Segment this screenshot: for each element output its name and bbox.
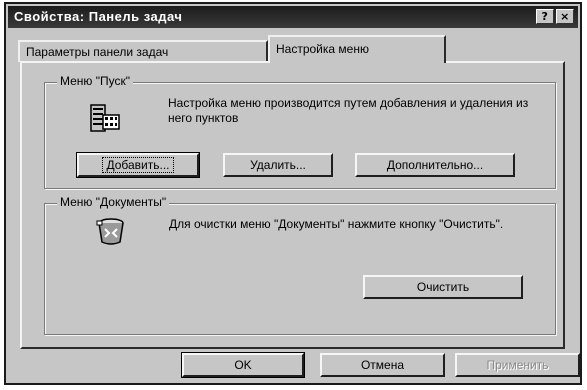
remove-button-label: Удалить... bbox=[250, 158, 306, 172]
cancel-button-label: Отмена bbox=[360, 358, 405, 372]
remove-button[interactable]: Удалить... bbox=[223, 153, 333, 177]
add-button-label: Добавить... bbox=[102, 157, 174, 173]
help-button[interactable]: ? bbox=[536, 9, 554, 24]
window-title: Свойства: Панель задач bbox=[14, 9, 183, 24]
start-menu-description: Настройка меню производится путем добавл… bbox=[168, 96, 529, 125]
advanced-button[interactable]: Дополнительно... bbox=[355, 153, 515, 177]
group-legend: Меню "Документы" bbox=[57, 195, 170, 209]
clear-button[interactable]: Очистить bbox=[363, 275, 523, 299]
tab-label: Параметры панели задач bbox=[26, 45, 169, 59]
tab-taskbar-options[interactable]: Параметры панели задач bbox=[18, 40, 268, 62]
ok-button-label: OK bbox=[234, 358, 252, 372]
properties-dialog: Свойства: Панель задач ? × Параметры пан… bbox=[4, 2, 582, 385]
close-icon: × bbox=[560, 10, 570, 23]
help-icon: ? bbox=[541, 10, 549, 23]
advanced-button-label: Дополнительно... bbox=[386, 158, 484, 172]
start-menu-group: Меню "Пуск" Настройка меню производится … bbox=[44, 74, 556, 189]
tab-label: Настройка меню bbox=[276, 42, 369, 56]
start-menu-icon bbox=[90, 104, 120, 132]
apply-button-label: Применить bbox=[486, 358, 549, 372]
cancel-button[interactable]: Отмена bbox=[320, 353, 445, 377]
add-button[interactable]: Добавить... bbox=[76, 152, 200, 178]
apply-button[interactable]: Применить bbox=[455, 353, 580, 377]
title-bar[interactable]: Свойства: Панель задач ? × bbox=[8, 6, 578, 28]
recycle-bin-icon bbox=[96, 218, 124, 245]
group-legend: Меню "Пуск" bbox=[57, 74, 134, 88]
close-button[interactable]: × bbox=[556, 9, 574, 24]
tab-menu-settings[interactable]: Настройка меню bbox=[268, 35, 446, 63]
documents-group: Меню "Документы" Для очистки меню "Докум… bbox=[44, 195, 556, 335]
ok-button[interactable]: OK bbox=[181, 352, 305, 378]
documents-description: Для очистки меню "Документы" нажмите кно… bbox=[169, 217, 504, 231]
clear-button-label: Очистить bbox=[416, 280, 470, 294]
